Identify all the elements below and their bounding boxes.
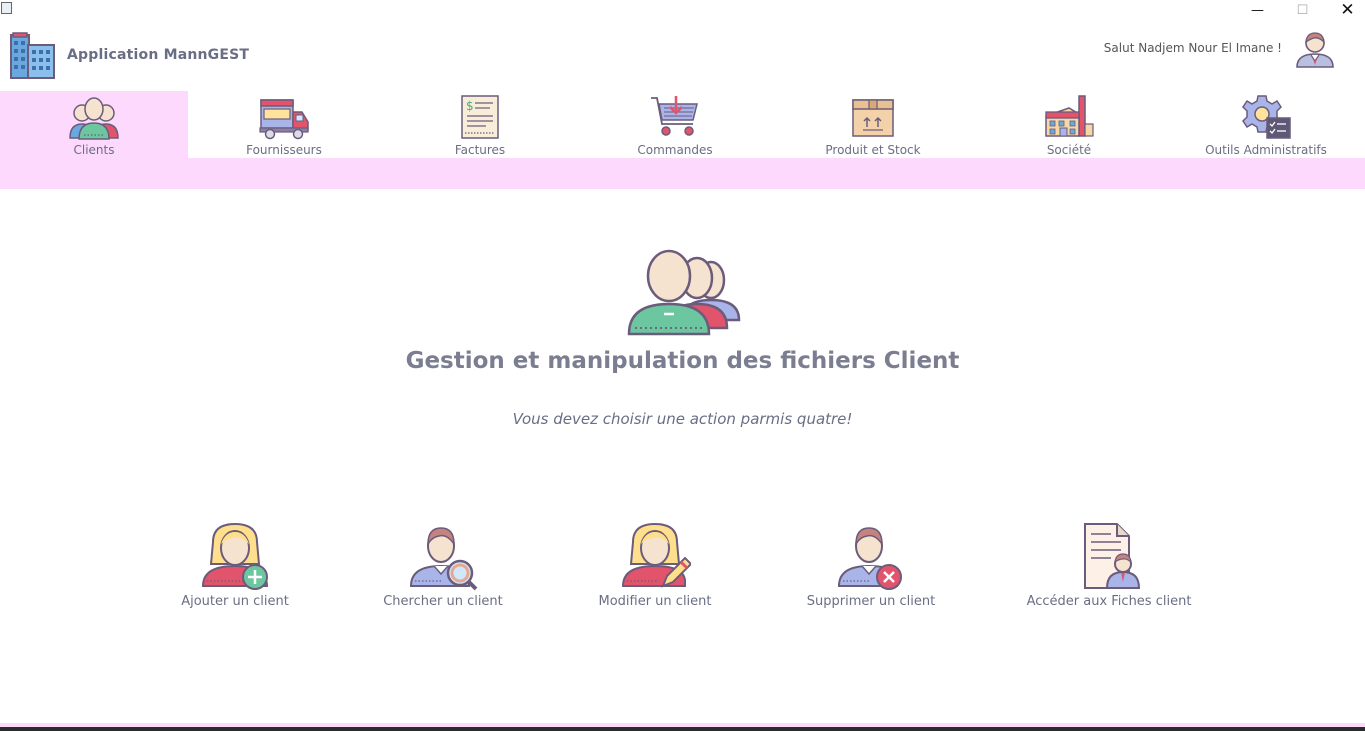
- nav-produit-stock[interactable]: Produit et Stock: [779, 91, 967, 158]
- building-logo-icon: [10, 32, 55, 79]
- page-subtitle: Vous devez choisir une action parmis qua…: [512, 410, 853, 428]
- factory-icon: [1045, 95, 1094, 137]
- user-greeting: Salut Nadjem Nour El Imane !: [1103, 41, 1282, 55]
- truck-icon: [259, 99, 309, 140]
- user-avatar-icon[interactable]: [1294, 30, 1336, 68]
- nav-societe[interactable]: Société: [975, 91, 1163, 158]
- settings-icon: [1242, 95, 1291, 139]
- close-button[interactable]: ✕: [1325, 0, 1365, 20]
- nav-label: Factures: [454, 143, 506, 157]
- clients-icon: [69, 97, 119, 140]
- action-label: Accéder aux Fiches client: [1026, 594, 1192, 609]
- invoice-icon: $: [461, 95, 499, 139]
- nav-factures[interactable]: $ Factures: [386, 91, 574, 158]
- delete-client-icon: [837, 527, 902, 590]
- action-label: Modifier un client: [598, 594, 712, 609]
- delete-client-button[interactable]: Supprimer un client: [771, 520, 971, 609]
- action-label: Ajouter un client: [181, 594, 289, 609]
- minimize-button[interactable]: —: [1235, 0, 1280, 20]
- add-client-icon: [201, 522, 269, 590]
- nav-outils-administratifs[interactable]: Outils Administratifs: [1172, 91, 1360, 158]
- box-icon: [852, 99, 894, 137]
- client-files-button[interactable]: Accéder aux Fiches client: [1009, 520, 1209, 609]
- cart-icon: [651, 96, 698, 136]
- search-client-icon: [409, 527, 478, 591]
- nav-label: Commandes: [637, 143, 713, 157]
- nav-label: Produit et Stock: [825, 143, 921, 157]
- window-app-icon: [1, 2, 12, 14]
- search-client-button[interactable]: Chercher un client: [343, 520, 543, 609]
- taskbar-edge: [0, 727, 1365, 731]
- nav-band: [0, 158, 1365, 189]
- page-title: Gestion et manipulation des fichiers Cli…: [405, 348, 960, 374]
- nav-label: Fournisseurs: [246, 143, 322, 157]
- nav-fournisseurs[interactable]: Fournisseurs: [190, 91, 378, 158]
- nav-clients[interactable]: Clients: [0, 91, 188, 158]
- nav-label: Société: [1046, 143, 1092, 157]
- client-files-icon: [1084, 523, 1141, 589]
- edit-client-icon: [621, 522, 691, 588]
- maximize-button[interactable]: ☐: [1280, 0, 1325, 20]
- window-titlebar: — ☐ ✕: [0, 0, 1365, 20]
- action-label: Supprimer un client: [806, 594, 936, 609]
- nav-commandes[interactable]: Commandes: [581, 91, 769, 158]
- edit-client-button[interactable]: Modifier un client: [555, 520, 755, 609]
- nav-label: Outils Administratifs: [1205, 143, 1327, 157]
- action-label: Chercher un client: [383, 594, 503, 609]
- svg-text:$: $: [466, 99, 474, 113]
- add-client-button[interactable]: Ajouter un client: [135, 520, 335, 609]
- nav-label: Clients: [73, 143, 115, 157]
- app-title: Application MannGEST: [67, 47, 250, 63]
- clients-group-icon: [627, 249, 741, 336]
